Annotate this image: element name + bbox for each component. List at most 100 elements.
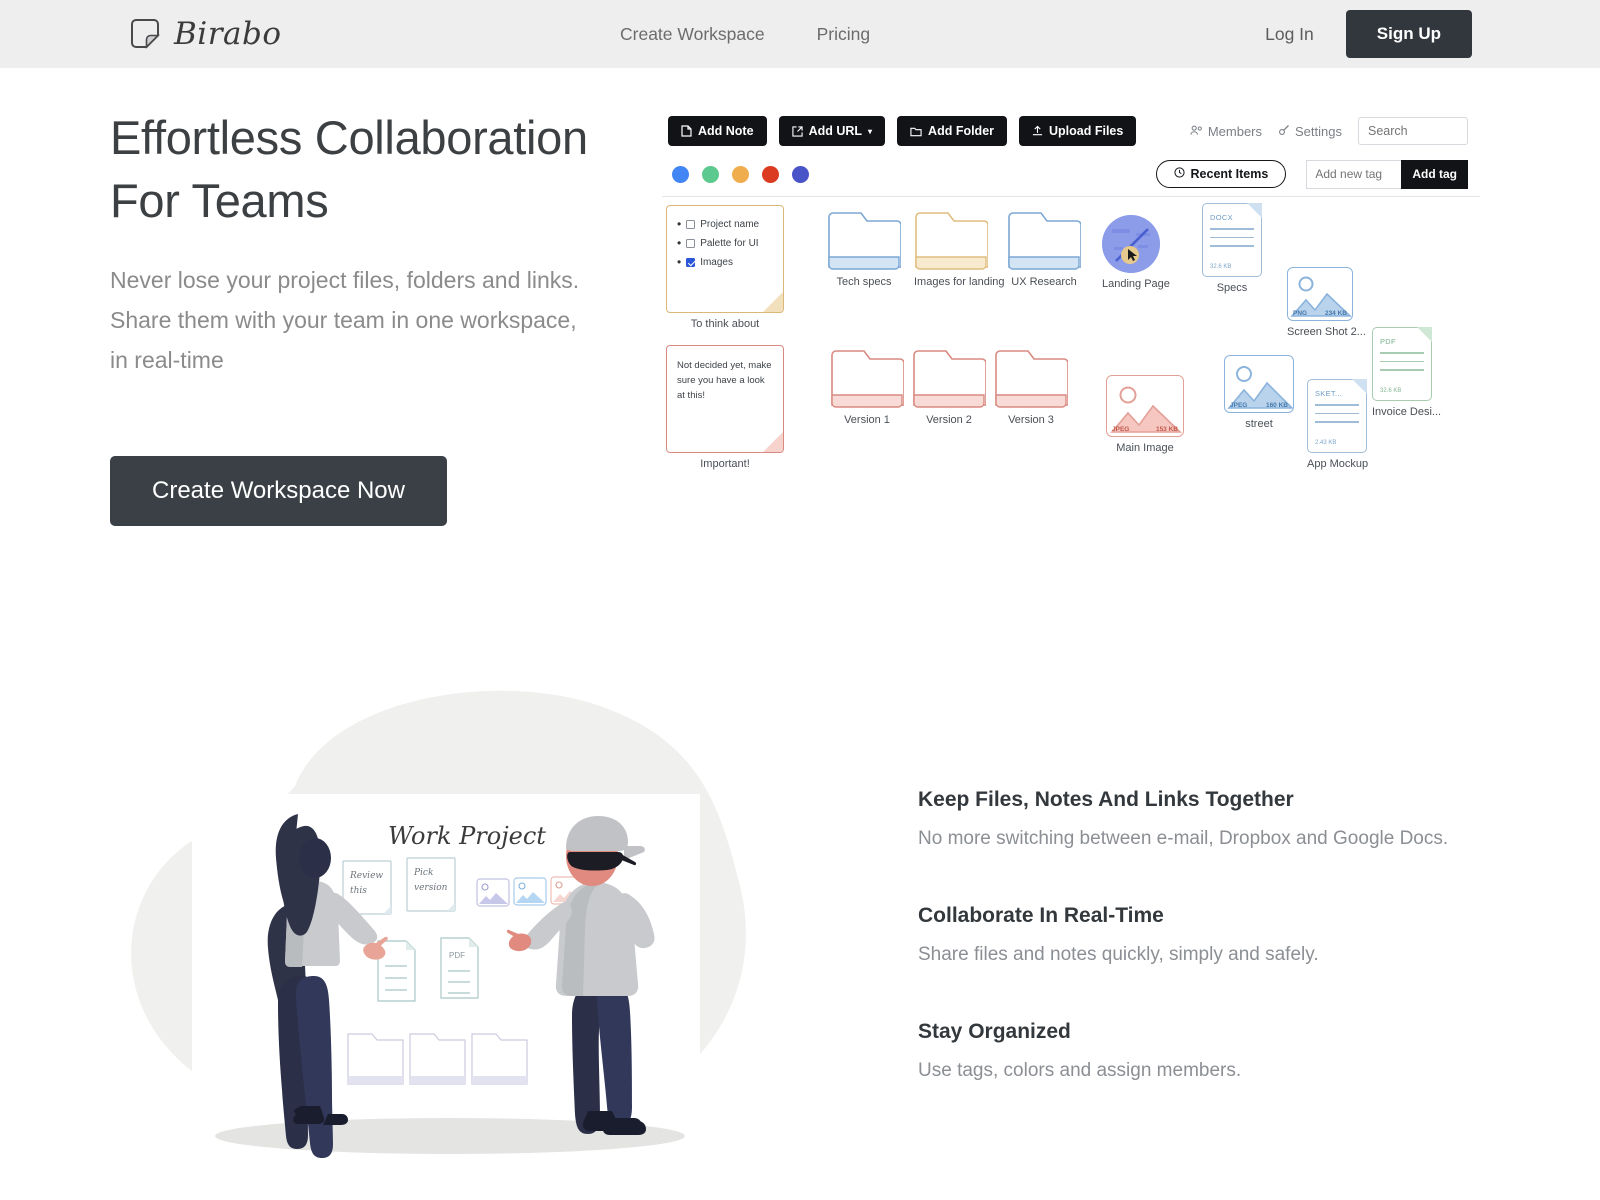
login-link[interactable]: Log In bbox=[1265, 24, 1314, 45]
folder-icon bbox=[830, 349, 904, 409]
folder-icon bbox=[1007, 211, 1081, 271]
gear-icon bbox=[1278, 124, 1290, 139]
color-swatch-green[interactable] bbox=[702, 165, 719, 183]
feature-title: Keep Files, Notes And Links Together bbox=[918, 788, 1294, 811]
add-folder-button[interactable]: Add Folder bbox=[897, 116, 1008, 146]
file-size: 2.43 KB bbox=[1315, 440, 1337, 446]
app-preview-card: Add Note Add URL ▾ Add Folder Upload Fil… bbox=[642, 106, 1502, 497]
link-item-landing-page[interactable]: Landing Page bbox=[1102, 215, 1170, 290]
page-corner-icon bbox=[1417, 327, 1432, 342]
checkbox-icon[interactable] bbox=[686, 238, 696, 248]
add-folder-label: Add Folder bbox=[928, 124, 995, 138]
svg-text:version: version bbox=[414, 883, 448, 893]
checklist-item[interactable]: Project name bbox=[677, 218, 773, 230]
nav-pricing[interactable]: Pricing bbox=[817, 24, 871, 45]
upload-files-button[interactable]: Upload Files bbox=[1019, 116, 1137, 146]
add-note-label: Add Note bbox=[698, 124, 754, 138]
file-type: JPEG bbox=[1230, 402, 1248, 409]
checklist-label: Project name bbox=[700, 218, 760, 230]
feature-description: No more switching between e-mail, Dropbo… bbox=[918, 828, 1449, 849]
document-file-icon: SKET... 2.43 KB bbox=[1307, 379, 1367, 453]
chevron-down-icon: ▾ bbox=[868, 126, 873, 136]
add-note-button[interactable]: Add Note bbox=[668, 116, 767, 146]
checklist-item[interactable]: Palette for UI bbox=[677, 237, 773, 249]
item-label: Main Image bbox=[1116, 442, 1174, 454]
file-lines bbox=[1380, 352, 1424, 371]
color-swatch-red[interactable] bbox=[762, 165, 779, 183]
nav-create-workspace[interactable]: Create Workspace bbox=[620, 24, 765, 45]
create-workspace-button[interactable]: Create Workspace Now bbox=[110, 456, 447, 526]
note-checklist: Project name Palette for UI Images bbox=[677, 218, 773, 268]
color-swatch-orange[interactable] bbox=[732, 165, 749, 183]
image-item-street[interactable]: JPEG 160 KB street bbox=[1224, 355, 1294, 430]
item-label: Specs bbox=[1216, 282, 1248, 294]
folder-item-images-for-landing[interactable]: Images for landing bbox=[914, 211, 1005, 288]
app-items-grid: Project name Palette for UI Images To th… bbox=[642, 197, 1502, 497]
page-title: Effortless Collaboration For Teams bbox=[110, 106, 630, 232]
signup-button[interactable]: Sign Up bbox=[1345, 10, 1472, 58]
item-label: Invoice Desi... bbox=[1372, 406, 1442, 418]
checklist-item[interactable]: Images bbox=[677, 256, 773, 268]
color-swatches bbox=[672, 165, 809, 183]
collaboration-illustration: Work Project Review this Pick version PD… bbox=[100, 666, 800, 1166]
image-file-icon: JPEG 153 KB bbox=[1106, 375, 1184, 437]
brand-logo[interactable]: Birabo bbox=[128, 16, 282, 52]
checkbox-checked-icon[interactable] bbox=[686, 257, 696, 267]
note-item-to-think-about[interactable]: Project name Palette for UI Images To th… bbox=[666, 205, 784, 330]
app-tag-row: Recent Items Add tag bbox=[642, 148, 1502, 189]
members-label: Members bbox=[1207, 123, 1263, 139]
app-preview: Add Note Add URL ▾ Add Folder Upload Fil… bbox=[630, 106, 1600, 526]
settings-button[interactable]: Settings bbox=[1278, 124, 1342, 139]
folder-icon bbox=[910, 126, 922, 137]
svg-text:PDF: PDF bbox=[449, 951, 465, 960]
image-item-main-image[interactable]: JPEG 153 KB Main Image bbox=[1106, 375, 1184, 454]
app-toolbar: Add Note Add URL ▾ Add Folder Upload Fil… bbox=[642, 106, 1502, 148]
color-swatch-indigo[interactable] bbox=[792, 165, 809, 183]
upload-files-label: Upload Files bbox=[1049, 124, 1124, 138]
add-tag-button[interactable]: Add tag bbox=[1401, 159, 1468, 189]
feature-description: Share files and notes quickly, simply an… bbox=[918, 944, 1319, 965]
file-size: 32.6 KB bbox=[1380, 388, 1402, 394]
item-label: UX Research bbox=[1011, 276, 1077, 288]
feature-item: Keep Files, Notes And Links Together No … bbox=[918, 788, 1518, 850]
item-label: Screen Shot 2... bbox=[1287, 326, 1366, 338]
folder-item-ux-research[interactable]: UX Research bbox=[1007, 211, 1081, 288]
item-label: App Mockup bbox=[1307, 458, 1369, 470]
checklist-label: Palette for UI bbox=[700, 237, 759, 249]
new-tag-input[interactable] bbox=[1306, 159, 1402, 189]
file-size: 32.6 KB bbox=[1210, 264, 1232, 270]
item-label: Tech specs bbox=[836, 276, 892, 288]
note-item-important[interactable]: Not decided yet, make sure you have a lo… bbox=[666, 345, 784, 470]
features-list: Keep Files, Notes And Links Together No … bbox=[918, 788, 1518, 1082]
file-type: PNG bbox=[1293, 310, 1308, 317]
file-item-invoice[interactable]: PDF 32.6 KB Invoice Desi... bbox=[1372, 327, 1441, 418]
add-tag-group: Add tag bbox=[1306, 159, 1468, 189]
folder-item-version-3[interactable]: Version 3 bbox=[994, 349, 1068, 426]
feature-title: Collaborate In Real-Time bbox=[918, 904, 1164, 927]
folded-note-icon bbox=[128, 17, 162, 51]
folder-item-version-2[interactable]: Version 2 bbox=[912, 349, 986, 426]
color-swatch-blue[interactable] bbox=[672, 165, 689, 183]
image-item-screen-shot[interactable]: PNG 234 KB Screen Shot 2... bbox=[1287, 267, 1366, 338]
settings-label: Settings bbox=[1295, 123, 1342, 139]
recent-items-button[interactable]: Recent Items bbox=[1155, 160, 1287, 188]
members-button[interactable]: Members bbox=[1190, 124, 1262, 139]
document-file-icon: PDF 32.6 KB bbox=[1372, 327, 1432, 401]
sticky-note: Not decided yet, make sure you have a lo… bbox=[666, 345, 784, 453]
item-label: Version 3 bbox=[1008, 414, 1054, 426]
item-label: Images for landing bbox=[914, 276, 1005, 288]
file-item-app-mockup[interactable]: SKET... 2.43 KB App Mockup bbox=[1307, 379, 1368, 470]
folder-item-version-1[interactable]: Version 1 bbox=[830, 349, 904, 426]
hero-section: Effortless Collaboration For Teams Never… bbox=[0, 68, 1600, 526]
document-file-icon: DOCX 32.6 KB bbox=[1202, 203, 1262, 277]
checkbox-icon[interactable] bbox=[686, 219, 696, 229]
link-thumbnail bbox=[1102, 215, 1160, 273]
file-item-specs[interactable]: DOCX 32.6 KB Specs bbox=[1202, 203, 1262, 294]
folder-item-tech-specs[interactable]: Tech specs bbox=[827, 211, 901, 288]
folder-icon bbox=[912, 349, 986, 409]
add-url-button[interactable]: Add URL ▾ bbox=[778, 116, 886, 146]
file-type: JPEG bbox=[1112, 426, 1130, 433]
file-size: 160 KB bbox=[1265, 402, 1288, 409]
search-input[interactable] bbox=[1358, 117, 1468, 145]
recent-items-label: Recent Items bbox=[1190, 167, 1269, 181]
